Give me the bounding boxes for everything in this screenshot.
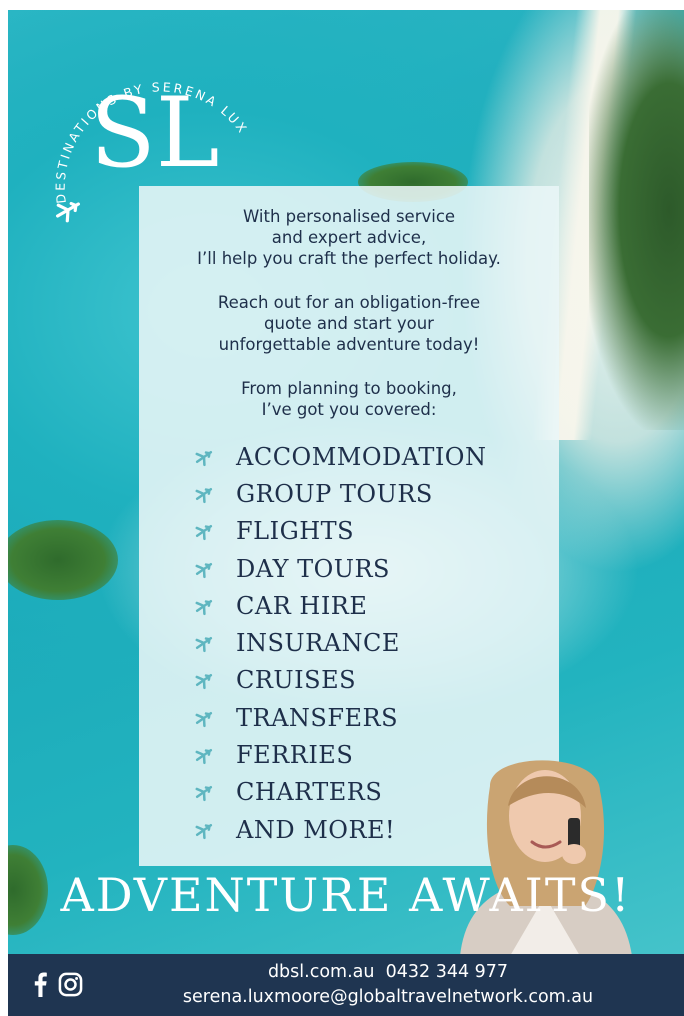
island-decoration	[8, 520, 118, 600]
instagram-icon[interactable]	[58, 972, 83, 997]
list-item: CRUISES	[194, 662, 534, 699]
logo-monogram: SL	[90, 77, 220, 189]
airplane-icon	[195, 711, 213, 727]
list-item: TRANSFERS	[194, 699, 534, 736]
website-link[interactable]: dbsl.com.au	[268, 962, 375, 982]
agent-photo	[460, 760, 632, 956]
list-item: FLIGHTS	[194, 513, 534, 550]
social-links	[32, 971, 83, 997]
email-link[interactable]: serena.luxmoore@globaltravelnetwork.com.…	[108, 985, 668, 1010]
airplane-icon	[195, 562, 213, 578]
list-item: CAR HIRE	[194, 587, 534, 624]
airplane-icon	[195, 487, 213, 504]
airplane-icon	[195, 637, 213, 653]
airplane-icon	[195, 599, 213, 615]
poster: DESTINATIONS BY SERENA LUXMOORE SL With …	[8, 10, 684, 1016]
facebook-icon[interactable]	[32, 971, 48, 997]
forest-background	[589, 10, 684, 430]
airplane-icon	[195, 748, 213, 765]
airplane-icon	[195, 674, 213, 690]
contact-details: dbsl.com.au 0432 344 977 serena.luxmoore…	[108, 960, 668, 1010]
airplane-icon	[195, 823, 213, 839]
list-item: GROUP TOURS	[194, 475, 534, 512]
footer-bar: dbsl.com.au 0432 344 977 serena.luxmoore…	[8, 954, 684, 1016]
list-item: INSURANCE	[194, 624, 534, 661]
intro-paragraph-2: Reach out for an obligation-free quote a…	[217, 293, 481, 354]
airplane-icon	[195, 525, 213, 541]
list-item: DAY TOURS	[194, 550, 534, 587]
phone-number[interactable]: 0432 344 977	[386, 962, 508, 982]
headline: ADVENTURE AWAITS!	[60, 868, 632, 922]
intro-paragraph-3: From planning to booking, I’ve got you c…	[241, 379, 457, 419]
contact-line-1: dbsl.com.au 0432 344 977	[108, 960, 668, 985]
intro-paragraph-1: With personalised service and expert adv…	[197, 207, 501, 268]
list-item: ACCOMMODATION	[194, 438, 534, 475]
airplane-icon	[195, 786, 213, 802]
airplane-icon	[195, 450, 213, 466]
